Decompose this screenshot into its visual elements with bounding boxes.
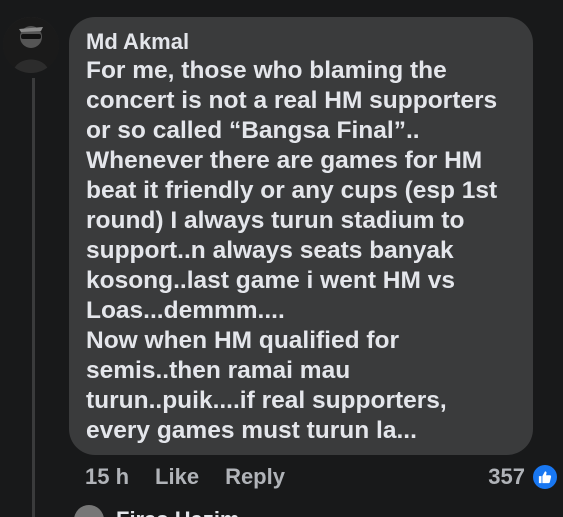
comment-line: concert is not a real HM supporters	[86, 87, 498, 114]
reaction-count: 357	[488, 464, 525, 489]
avatar-image	[3, 17, 59, 73]
comment-line: For me, those who blaming the	[86, 57, 447, 84]
comment-line: Whenever there are games for HM	[86, 147, 483, 174]
thumbs-up-icon	[531, 463, 559, 491]
next-comment-preview: Firas Hazim	[74, 505, 563, 517]
comment-actions: 15 h Like Reply	[85, 462, 311, 492]
comment-line: semis..then ramai mau	[86, 357, 351, 384]
comment-line: or so called “Bangsa Final”..	[86, 117, 420, 144]
comment-line: round) I always turun stadium to	[86, 207, 465, 234]
comment-line: turun..puik....if real supporters,	[86, 387, 447, 414]
next-comment-text[interactable]: Firas Hazim	[116, 507, 240, 517]
avatar[interactable]	[74, 505, 104, 517]
comment-author[interactable]: Md Akmal	[86, 29, 517, 55]
comment-body: For me, those who blaming the concert is…	[86, 56, 517, 446]
comment-timestamp[interactable]: 15 h	[85, 464, 129, 490]
comment-line: Now when HM qualified for	[86, 327, 400, 354]
avatar[interactable]	[3, 17, 59, 73]
reply-button[interactable]: Reply	[225, 464, 285, 490]
reaction-summary[interactable]: 357	[488, 462, 559, 492]
comment-thread: Md Akmal For me, those who blaming the c…	[0, 0, 563, 517]
comment-bubble: Md Akmal For me, those who blaming the c…	[69, 17, 533, 455]
comment-line: every games must turun la...	[86, 417, 417, 444]
comment-line: Loas...demmm....	[86, 297, 285, 324]
comment-line: kosong..last game i went HM vs	[86, 267, 455, 294]
comment-line: support..n always seats banyak	[86, 237, 454, 264]
thread-connector-line	[32, 78, 35, 517]
like-button[interactable]: Like	[155, 464, 199, 490]
comment-line: beat it friendly or any cups (esp 1st	[86, 177, 498, 204]
